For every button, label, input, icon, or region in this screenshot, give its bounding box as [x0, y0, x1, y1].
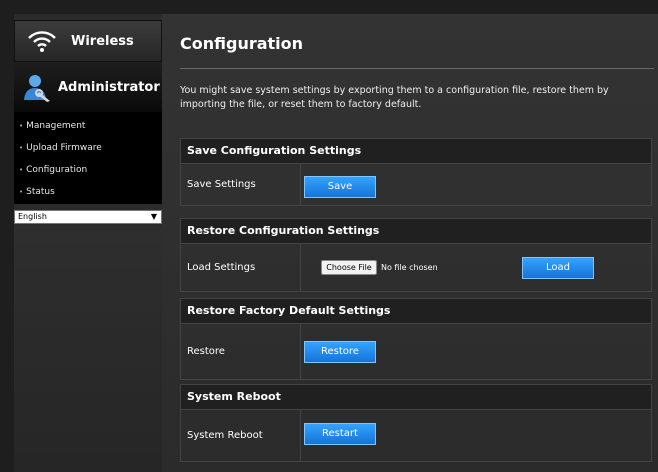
sidebar-item-management[interactable]: • Management [14, 118, 162, 140]
sidebar-item-label: Upload Firmware [26, 143, 102, 153]
sidebar-item-administrator[interactable]: Administrator [14, 62, 182, 112]
main-content: Configuration You might save system sett… [162, 14, 658, 472]
restore-label: Restore [181, 324, 301, 379]
bullet-icon: • [19, 122, 24, 130]
load-button[interactable]: Load [522, 257, 594, 279]
load-settings-label: Load Settings [181, 244, 301, 291]
restart-button[interactable]: Restart [304, 423, 376, 445]
save-button[interactable]: Save [304, 176, 376, 198]
intro-text: You might save system settings by export… [180, 85, 609, 110]
page-title: Configuration [180, 34, 304, 53]
sidebar-item-upload-firmware[interactable]: • Upload Firmware [14, 140, 162, 162]
language-selected: English [18, 212, 47, 221]
restore-row: Restore Restore [180, 324, 652, 380]
restore-button[interactable]: Restore [304, 341, 376, 363]
sidebar-item-label: Status [26, 187, 55, 197]
sidebar-item-label: Configuration [26, 165, 88, 175]
system-reboot-label: System Reboot [181, 410, 301, 461]
reboot-section-header: System Reboot [180, 384, 652, 410]
sidebar-item-label: Management [26, 121, 86, 131]
title-divider [180, 68, 654, 69]
choose-file-button[interactable]: Choose File [321, 260, 377, 275]
dropdown-arrow-icon: ▼ [150, 212, 157, 221]
language-select[interactable]: English ▼ [14, 210, 162, 224]
administrator-icon [24, 75, 50, 102]
bullet-icon: • [19, 166, 24, 174]
restore-config-section-header: Restore Configuration Settings [180, 218, 652, 244]
sidebar-item-configuration[interactable]: • Configuration [14, 162, 162, 184]
sidebar-background [14, 226, 162, 472]
wifi-icon [28, 31, 56, 52]
wireless-label: Wireless [71, 33, 134, 49]
no-file-text: No file chosen [381, 263, 438, 272]
save-settings-label: Save Settings [181, 164, 301, 205]
bullet-icon: • [19, 144, 24, 152]
save-settings-row: Save Settings Save [180, 164, 652, 206]
sidebar: Wireless Administrator • Management • Uplo… [14, 14, 182, 472]
bullet-icon: • [19, 188, 24, 196]
save-section-header: Save Configuration Settings [180, 138, 652, 164]
administrator-submenu: • Management • Upload Firmware • Configurat… [14, 112, 162, 204]
sidebar-item-wireless[interactable]: Wireless [14, 20, 162, 62]
administrator-label: Administrator [58, 79, 160, 95]
system-reboot-row: System Reboot Restart [180, 410, 652, 462]
sidebar-item-status[interactable]: • Status [14, 184, 162, 206]
factory-section-header: Restore Factory Default Settings [180, 298, 652, 324]
load-settings-row: Load Settings Choose File No file chosen… [180, 244, 652, 292]
